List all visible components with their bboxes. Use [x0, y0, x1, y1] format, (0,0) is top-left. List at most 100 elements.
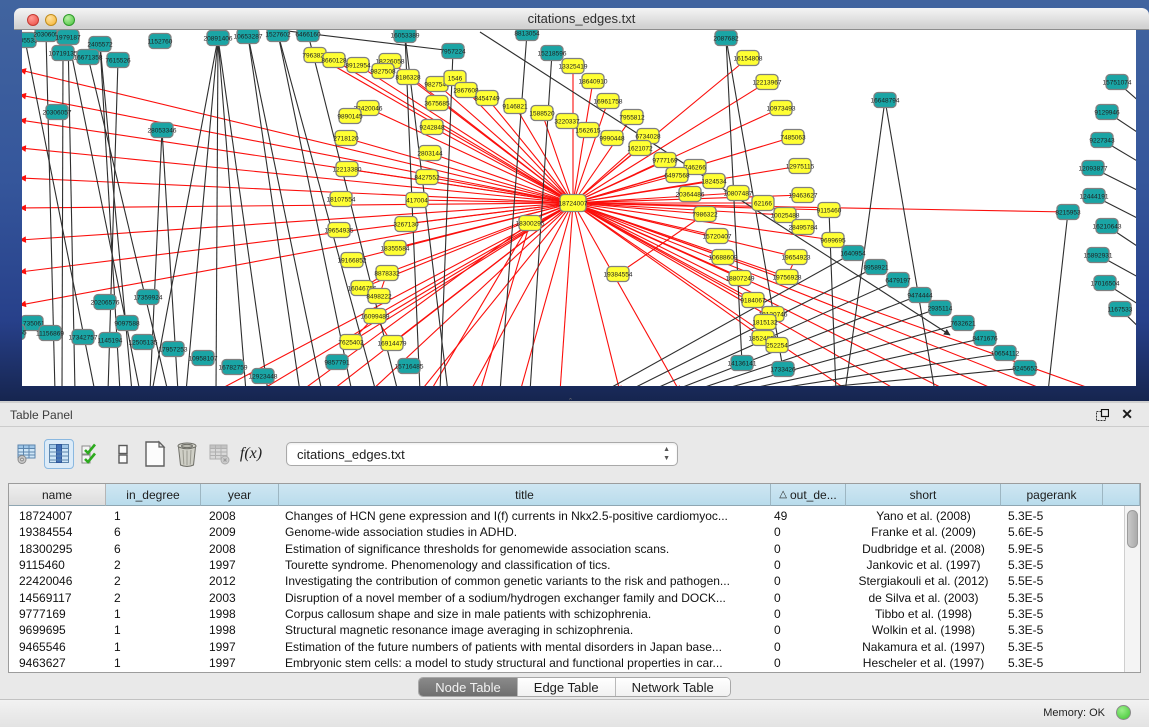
- table-cell[interactable]: 5.3E-5: [1001, 509, 1103, 523]
- close-window-button[interactable]: [27, 14, 39, 26]
- table-row[interactable]: 1830029562008Estimation of significance …: [9, 541, 1123, 557]
- table-cell[interactable]: Dudbridge et al. (2008): [846, 542, 1001, 556]
- table-cell[interactable]: 2012: [201, 574, 279, 588]
- table-cell[interactable]: 2008: [201, 542, 279, 556]
- table-cell[interactable]: 2: [106, 574, 201, 588]
- clear-rows-button[interactable]: [108, 439, 138, 469]
- table-cell[interactable]: Investigating the contribution of common…: [279, 574, 771, 588]
- table-cell[interactable]: 0: [771, 525, 846, 539]
- table-cell[interactable]: 5.3E-5: [1001, 640, 1103, 654]
- minimize-window-button[interactable]: [45, 14, 57, 26]
- table-cell[interactable]: 1: [106, 623, 201, 637]
- table-row[interactable]: 969969511998Structural magnetic resonanc…: [9, 622, 1123, 638]
- table-cell[interactable]: Tourette syndrome. Phenomenology and cla…: [279, 558, 771, 572]
- table-cell[interactable]: Estimation of the future numbers of pati…: [279, 640, 771, 654]
- delete-table-button[interactable]: [172, 439, 202, 469]
- table-cell[interactable]: 5.3E-5: [1001, 607, 1103, 621]
- table-cell[interactable]: 49: [771, 509, 846, 523]
- table-row[interactable]: 977716911998Corpus callosum shape and si…: [9, 606, 1123, 622]
- table-cell[interactable]: 0: [771, 558, 846, 572]
- network-window-titlebar[interactable]: citations_edges.txt: [14, 8, 1149, 30]
- network-canvas[interactable]: 1605533203060519791872405572107191351667…: [22, 30, 1136, 386]
- table-cell[interactable]: Embryonic stem cells: a model to study s…: [279, 656, 771, 670]
- table-cell[interactable]: 2: [106, 591, 201, 605]
- column-header-out_de[interactable]: △out_de...: [771, 484, 846, 506]
- table-row[interactable]: 2242004622012Investigating the contribut…: [9, 573, 1123, 589]
- table-cell[interactable]: 0: [771, 607, 846, 621]
- table-cell[interactable]: 5.3E-5: [1001, 623, 1103, 637]
- table-cell[interactable]: 18300295: [9, 542, 106, 556]
- function-builder-button[interactable]: f(x): [236, 439, 266, 469]
- table-cell[interactable]: 0: [771, 574, 846, 588]
- vertical-scrollbar[interactable]: [1124, 506, 1140, 672]
- table-cell[interactable]: 6: [106, 525, 201, 539]
- tab-node-table[interactable]: Node Table: [419, 678, 518, 696]
- table-cell[interactable]: 0: [771, 640, 846, 654]
- table-cell[interactable]: 1998: [201, 623, 279, 637]
- table-cell[interactable]: 9115460: [9, 558, 106, 572]
- network-graph[interactable]: 1605533203060519791872405572107191351667…: [22, 30, 1136, 386]
- column-header-short[interactable]: short: [846, 484, 1001, 506]
- table-cell[interactable]: Franke et al. (2009): [846, 525, 1001, 539]
- table-cell[interactable]: Estimation of significance thresholds fo…: [279, 542, 771, 556]
- table-cell[interactable]: Nakamura et al. (1997): [846, 640, 1001, 654]
- show-columns-button[interactable]: [44, 439, 74, 469]
- table-cell[interactable]: 1: [106, 509, 201, 523]
- table-cell[interactable]: Hescheler et al. (1997): [846, 656, 1001, 670]
- table-cell[interactable]: 14569117: [9, 591, 106, 605]
- table-cell[interactable]: 1997: [201, 656, 279, 670]
- table-cell[interactable]: 1998: [201, 607, 279, 621]
- table-row[interactable]: 911546021997Tourette syndrome. Phenomeno…: [9, 557, 1123, 573]
- table-cell[interactable]: 1: [106, 640, 201, 654]
- table-cell[interactable]: 6: [106, 542, 201, 556]
- zoom-window-button[interactable]: [63, 14, 75, 26]
- table-cell[interactable]: Wolkin et al. (1998): [846, 623, 1001, 637]
- table-cell[interactable]: 2009: [201, 525, 279, 539]
- table-cell[interactable]: 1: [106, 607, 201, 621]
- table-cell[interactable]: Corpus callosum shape and size in male p…: [279, 607, 771, 621]
- table-cell[interactable]: 9777169: [9, 607, 106, 621]
- table-cell[interactable]: 5.3E-5: [1001, 591, 1103, 605]
- table-cell[interactable]: 2008: [201, 509, 279, 523]
- tab-network-table[interactable]: Network Table: [616, 678, 730, 696]
- table-cell[interactable]: 0: [771, 542, 846, 556]
- table-cell[interactable]: Stergiakouli et al. (2012): [846, 574, 1001, 588]
- table-cell[interactable]: 1: [106, 656, 201, 670]
- column-header-in_degree[interactable]: in_degree: [106, 484, 201, 506]
- table-cell[interactable]: 5.9E-5: [1001, 542, 1103, 556]
- scrollbar-thumb[interactable]: [1127, 510, 1138, 548]
- table-selector-dropdown[interactable]: citations_edges.txt ▲▼: [286, 442, 678, 466]
- table-row[interactable]: 1938455462009Genome-wide association stu…: [9, 524, 1123, 540]
- table-cell[interactable]: 2003: [201, 591, 279, 605]
- table-cell[interactable]: 19384554: [9, 525, 106, 539]
- float-panel-icon[interactable]: [1096, 409, 1109, 421]
- tab-edge-table[interactable]: Edge Table: [518, 678, 616, 696]
- table-cell[interactable]: Yano et al. (2008): [846, 509, 1001, 523]
- column-header-name[interactable]: name: [9, 484, 106, 506]
- table-cell[interactable]: 0: [771, 656, 846, 670]
- table-cell[interactable]: Changes of HCN gene expression and I(f) …: [279, 509, 771, 523]
- row-selection-button[interactable]: [76, 439, 106, 469]
- table-cell[interactable]: 0: [771, 623, 846, 637]
- table-row[interactable]: 1872400712008Changes of HCN gene express…: [9, 508, 1123, 524]
- table-row[interactable]: 946554611997Estimation of the future num…: [9, 638, 1123, 654]
- table-cell[interactable]: 9699695: [9, 623, 106, 637]
- column-header-year[interactable]: year: [201, 484, 279, 506]
- table-cell[interactable]: 5.3E-5: [1001, 656, 1103, 670]
- table-row[interactable]: 946362711997Embryonic stem cells: a mode…: [9, 655, 1123, 671]
- close-panel-icon[interactable]: ✕: [1121, 406, 1133, 423]
- table-cell[interactable]: Disruption of a novel member of a sodium…: [279, 591, 771, 605]
- table-cell[interactable]: Jankovic et al. (1997): [846, 558, 1001, 572]
- table-cell[interactable]: Structural magnetic resonance image aver…: [279, 623, 771, 637]
- table-mode-button[interactable]: [12, 439, 42, 469]
- column-header-title[interactable]: title: [279, 484, 771, 506]
- table-cell[interactable]: Tibbo et al. (1998): [846, 607, 1001, 621]
- table-cell[interactable]: 9465546: [9, 640, 106, 654]
- table-cell[interactable]: 5.5E-5: [1001, 574, 1103, 588]
- table-cell[interactable]: 2: [106, 558, 201, 572]
- memory-ok-indicator[interactable]: [1116, 705, 1131, 720]
- table-row[interactable]: 1456911722003Disruption of a novel membe…: [9, 589, 1123, 605]
- table-cell[interactable]: 5.6E-5: [1001, 525, 1103, 539]
- table-cell[interactable]: Genome-wide association studies in ADHD.: [279, 525, 771, 539]
- column-header-pagerank[interactable]: pagerank: [1001, 484, 1103, 506]
